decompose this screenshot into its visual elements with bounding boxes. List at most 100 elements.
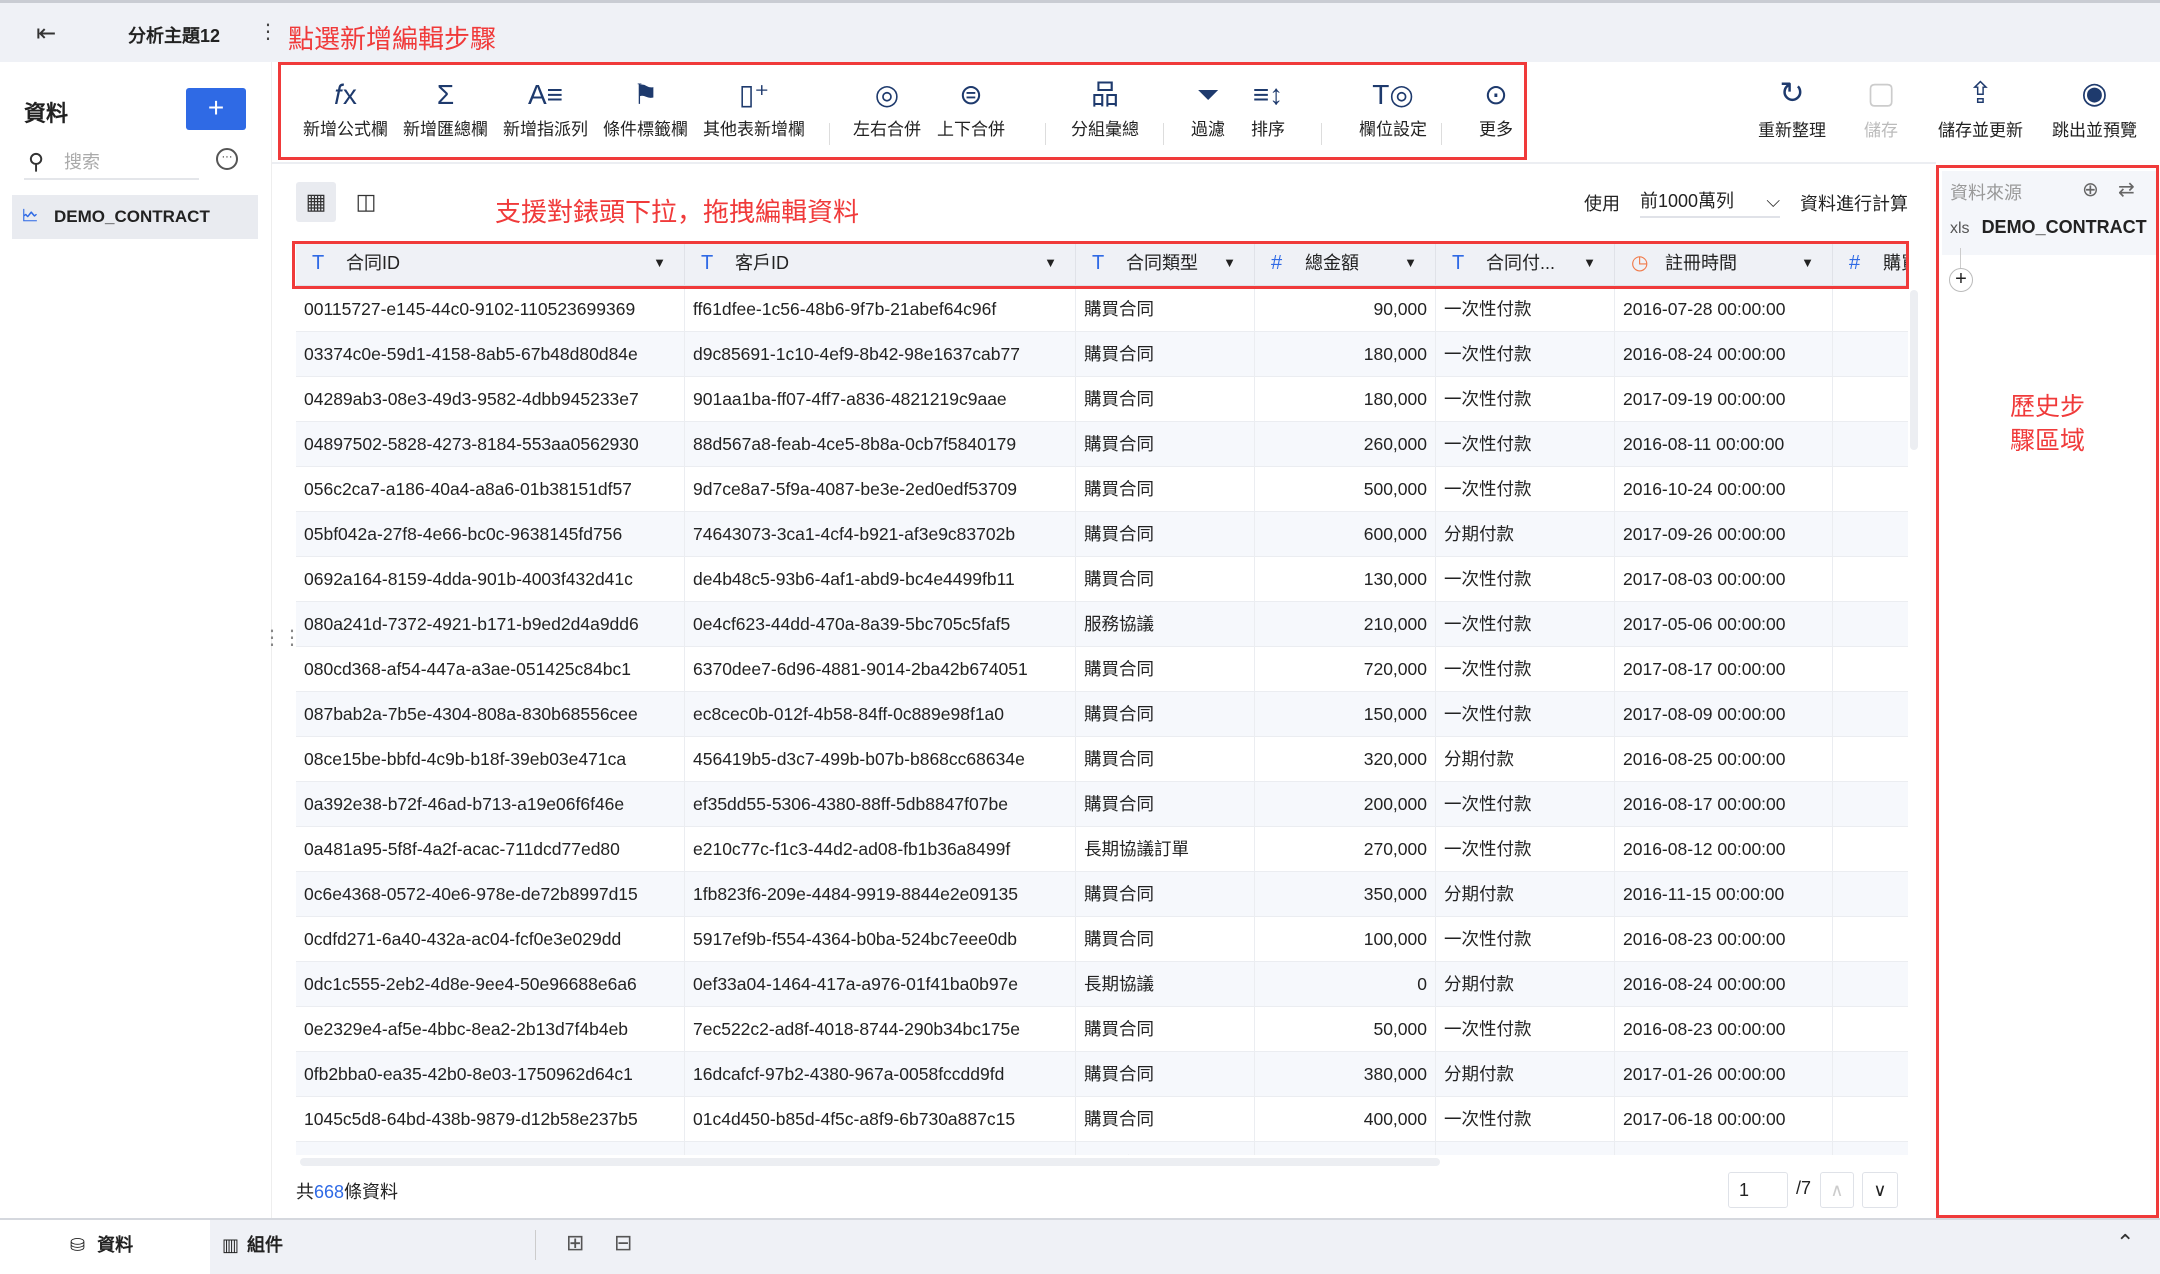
action-icon: ▢ [1866, 77, 1896, 110]
table-cell: 一次性付款 [1436, 467, 1615, 511]
table-row[interactable]: 0fb2bba0-ea35-42b0-8e03-1750962d64c1 16dc… [296, 1052, 1908, 1097]
table-row[interactable]: 0dc1c555-2eb2-4d8e-9ee4-50e96688e6a6 0ef3… [296, 962, 1908, 1007]
action-button-0[interactable]: ↻ 重新整理 [1758, 72, 1826, 141]
add-step-button[interactable]: + [1949, 268, 1973, 292]
table-cell: 一次性付款 [1436, 692, 1615, 736]
xls-icon: xls [1950, 220, 1970, 237]
action-button-2[interactable]: ⇪ 儲存並更新 [1938, 72, 2023, 141]
table-cell: 0 [1255, 962, 1436, 1006]
table-row[interactable]: 00115727-e145-44c0-9102-110523699369 ff61… [296, 287, 1908, 332]
page-input[interactable]: 1 [1728, 1172, 1788, 1208]
table-cell [1833, 467, 1908, 511]
table-cell: 2017-09-19 00:00:00 [1615, 377, 1833, 421]
table-row[interactable]: 0692a164-8159-4dda-901b-4003f432d41c de4b… [296, 557, 1908, 602]
table-cell: 9d7ce8a7-5f9a-4087-be3e-2ed0edf53709 [685, 467, 1076, 511]
table-cell: 購買合同 [1076, 737, 1255, 781]
upload-icon[interactable]: ⊕ [2082, 177, 2099, 202]
action-button-1[interactable]: ▢ 儲存 [1864, 72, 1898, 141]
table-row[interactable]: 1045c5d8-64bd-438b-9879-d12b58e237b5 01c4… [296, 1097, 1908, 1142]
table-cell: 購買合同 [1076, 467, 1255, 511]
table-cell: 一次性付款 [1436, 332, 1615, 376]
table-row[interactable]: 0a392e38-b72f-46ad-b713-a19e06f6f46e ef35… [296, 782, 1908, 827]
toolbar-icon: A≡ [527, 79, 563, 110]
more-icon[interactable]: ··· [216, 148, 238, 170]
add-dashboard-icon[interactable]: ⊟ [614, 1230, 632, 1256]
table-row[interactable]: 04897502-5828-4273-8184-553aa0562930 88d5… [296, 422, 1908, 467]
toolbar-button-9[interactable]: ≡↕ 排序 [1251, 75, 1285, 140]
table-cell: 04897502-5828-4273-8184-553aa0562930 [296, 422, 685, 466]
add-data-button[interactable]: + [186, 88, 246, 130]
toolbar-button-2[interactable]: A≡ 新增指派列 [503, 75, 588, 140]
table-cell: 2016-08-23 00:00:00 [1615, 917, 1833, 961]
table-row[interactable]: 087bab2a-7b5e-4304-808a-830b68556cee ec8c… [296, 692, 1908, 737]
table-cell: 2016-08-12 00:00:00 [1615, 827, 1833, 871]
exit-icon[interactable]: ⇤ [36, 19, 56, 48]
toolbar-button-1[interactable]: Σ 新增匯總欄 [403, 75, 488, 140]
chevron-down-icon: ⌵ [1766, 191, 1780, 211]
table-cell: 分期付款 [1436, 962, 1615, 1006]
toolbar-icon: ▯⁺ [738, 79, 770, 110]
table-cell [1833, 377, 1908, 421]
table-row[interactable]: 080cd368-af54-447a-a3ae-051425c84bc1 6370… [296, 647, 1908, 692]
header-highlight [292, 241, 1909, 289]
prev-page-button[interactable]: ∧ [1820, 1172, 1854, 1208]
table-cell: 購買合同 [1076, 422, 1255, 466]
table-cell: 分期付款 [1436, 737, 1615, 781]
add-chart-icon[interactable]: ⊞ [566, 1230, 584, 1256]
collapse-icon[interactable]: ⌃ [2116, 1230, 2134, 1256]
sidebar-item-demo-contract[interactable]: 🗠 DEMO_CONTRACT [12, 195, 258, 239]
table-cell: 購買合同 [1076, 872, 1255, 916]
table-row[interactable]: 購買合同 一次性付款 [296, 1142, 1908, 1155]
table-cell: 320,000 [1255, 737, 1436, 781]
vertical-dots-icon[interactable]: ⋮ [258, 19, 278, 44]
table-cell: 180,000 [1255, 332, 1436, 376]
layout-view-icon[interactable]: ◫ [346, 182, 386, 222]
annotation-add-step: 點選新增編輯步驟 [288, 24, 497, 54]
table-row[interactable]: 04289ab3-08e3-49d3-9582-4dbb945233e7 901a… [296, 377, 1908, 422]
table-cell: 0ef33a04-1464-417a-a976-01f41ba0b97e [685, 962, 1076, 1006]
toolbar-button-10[interactable]: T◎ 欄位設定 [1359, 75, 1427, 140]
row-limit-select[interactable]: 前1000萬列 ⌵ [1640, 186, 1780, 218]
table-row[interactable]: 05bf042a-27f8-4e66-bc0c-9638145fd756 7464… [296, 512, 1908, 557]
table-row[interactable]: 03374c0e-59d1-4158-8ab5-67b48d80d84e d9c8… [296, 332, 1908, 377]
table-cell: 2016-08-11 00:00:00 [1615, 422, 1833, 466]
toolbar-icon: Σ [436, 79, 455, 110]
toolbar-button-4[interactable]: ▯⁺ 其他表新增欄 [703, 75, 805, 140]
table-row[interactable]: 0cdfd271-6a40-432a-ac04-fcf0e3e029dd 5917… [296, 917, 1908, 962]
vertical-scrollbar[interactable] [1910, 290, 1918, 450]
table-cell: 056c2ca7-a186-40a4-a8a6-01b38151df57 [296, 467, 685, 511]
toolbar-button-11[interactable]: ⊙ 更多 [1479, 75, 1513, 140]
replace-icon[interactable]: ⇄ [2118, 177, 2135, 202]
table-cell: 05bf042a-27f8-4e66-bc0c-9638145fd756 [296, 512, 685, 556]
action-button-3[interactable]: ◉ 跳出並預覽 [2052, 72, 2137, 141]
next-page-button[interactable]: ∨ [1862, 1172, 1898, 1208]
toolbar-button-0[interactable]: 𝑓x 新增公式欄 [303, 75, 388, 140]
table-row[interactable]: 0c6e4368-0572-40e6-978e-de72b8997d15 1fb8… [296, 872, 1908, 917]
search-input[interactable]: ⚲ 搜索 [24, 144, 199, 180]
table-row[interactable]: 0a481a95-5f8f-4a2f-acac-711dcd77ed80 e210… [296, 827, 1908, 872]
step-toolbar: 𝑓x 新增公式欄 Σ 新增匯總欄 A≡ 新增指派列 ⚑ 條件標籤欄 ▯⁺ 其他表新增欄 ◎ 左右合併 ⊜… [278, 62, 1527, 160]
table-cell [1833, 692, 1908, 736]
table-cell: 270,000 [1255, 827, 1436, 871]
toolbar-button-8[interactable]: ⏷ 過濾 [1191, 75, 1225, 140]
table-cell: 180,000 [1255, 377, 1436, 421]
table-row[interactable]: 080a241d-7372-4921-b171-b9ed2d4a9dd6 0e4c… [296, 602, 1908, 647]
page-title[interactable]: 分析主題12 [128, 22, 220, 48]
table-row[interactable]: 0e2329e4-af5e-4bbc-8ea2-2b13d7f4b4eb 7ec5… [296, 1007, 1908, 1052]
grid-view-icon[interactable]: ▦ [296, 182, 336, 222]
table-row[interactable]: 056c2ca7-a186-40a4-a8a6-01b38151df57 9d7c… [296, 467, 1908, 512]
horizontal-scrollbar[interactable] [300, 1158, 1440, 1166]
toolbar-button-5[interactable]: ◎ 左右合併 [853, 75, 921, 140]
toolbar-button-7[interactable]: 品分組彙總 [1071, 75, 1139, 140]
tab-component[interactable]: ▥ 組件 [222, 1220, 422, 1274]
table-cell: 456419b5-d3c7-499b-b07b-b868cc68634e [685, 737, 1076, 781]
table-cell: ef35dd55-5306-4380-88ff-5db8847f07be [685, 782, 1076, 826]
table-row[interactable]: 08ce15be-bbfd-4c9b-b18f-39eb03e471ca 4564… [296, 737, 1908, 782]
table-cell [1833, 287, 1908, 331]
tab-data[interactable]: ⛁ 資料 [0, 1220, 210, 1274]
toolbar-separator [829, 123, 830, 145]
data-source-card[interactable]: 資料來源 ⊕ ⇄ xls DEMO_CONTRACT [1942, 171, 2156, 255]
table-cell: 購買合同 [1076, 1052, 1255, 1096]
toolbar-button-6[interactable]: ⊜ 上下合併 [937, 75, 1005, 140]
toolbar-button-3[interactable]: ⚑ 條件標籤欄 [603, 75, 688, 140]
